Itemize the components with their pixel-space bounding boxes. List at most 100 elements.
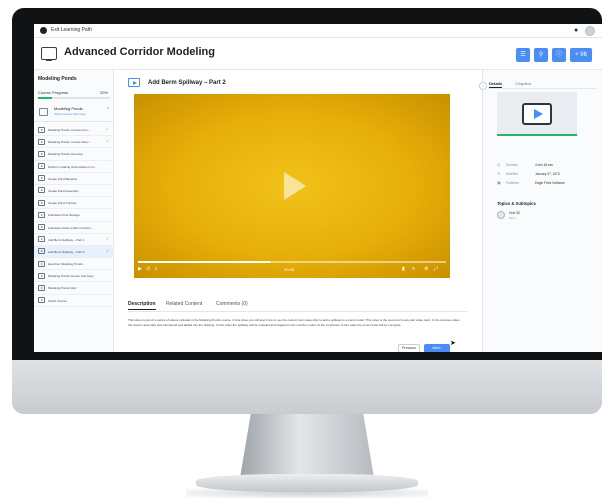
video-thumbnail[interactable] (497, 92, 577, 136)
sidebar-lesson-item[interactable]: Modeling Ponds Overview (34, 148, 114, 161)
sidebar-lesson-item[interactable]: Modeling Ponds: Course Intro... ✓ (34, 124, 114, 137)
tab-chapters[interactable]: Chapters (515, 81, 531, 86)
video-description: This video is part of a series of videos… (128, 318, 460, 327)
course-progress-label: Course Progress (38, 90, 69, 95)
video-play-icon (38, 224, 45, 230)
checkmark-icon: ✓ (106, 138, 110, 144)
sidebar-lesson-item[interactable]: Exercise: Modeling Ponds (34, 258, 114, 271)
collapse-panel-button[interactable]: › (479, 82, 487, 90)
video-play-icon (38, 126, 45, 133)
sidebar-group[interactable]: Modeling Ponds Show Course Summary ⌃ (34, 102, 114, 122)
video-scrubber[interactable] (138, 261, 446, 263)
monitor: Exit Learning Path ● Advanced Corridor M… (12, 8, 602, 414)
settings-icon[interactable]: ⚙ (424, 266, 428, 272)
checkmark-icon: ✓ (106, 126, 110, 131)
fullscreen-icon[interactable]: ⤢ (434, 266, 438, 272)
sidebar-lesson-label: Create Pond Assembly (48, 188, 79, 193)
sidebar-lesson-label: Add Berm Spillway – Part 1 (48, 237, 85, 242)
topic-unit[interactable]: Unit 30 Berm (497, 211, 597, 221)
chevron-right-icon: › (440, 346, 442, 350)
clock-icon: ◷ (497, 162, 501, 167)
course-progress-value: 20% (100, 90, 109, 95)
tab-comments[interactable]: Comments (0) (216, 301, 248, 307)
chevron-up-icon[interactable]: ⌃ (106, 107, 110, 113)
bookmark-icon[interactable]: ▮ (402, 266, 405, 272)
sidebar-lesson-label: Calculate Pond Storage (48, 213, 80, 218)
sidebar-lesson-label: Modeling Ponds Course Summary (48, 274, 94, 279)
list-button[interactable]: ☰ (516, 48, 530, 62)
bell-icon[interactable]: ● (574, 26, 578, 35)
sidebar-lesson-label: Finish Course (48, 298, 67, 303)
sidebar-lesson-item[interactable]: Modeling Ponds Quiz (34, 282, 114, 295)
info-icon: ⓘ (555, 52, 562, 58)
video-time: 00:48 (284, 267, 295, 272)
sidebar-lesson-item[interactable]: Create Pond Baseline (34, 173, 114, 185)
sidebar-lesson-label: Calculate Outlet to Berm Increm... (48, 225, 94, 230)
video-play-icon (38, 272, 45, 279)
sidebar-lesson-item[interactable]: Modeling Ponds Course Summary (34, 270, 114, 283)
tab-related-content[interactable]: Related Content (166, 301, 202, 307)
rewind-icon[interactable]: ↺ (146, 266, 150, 272)
logo-icon (40, 27, 47, 34)
play-icon[interactable] (284, 172, 306, 200)
unit-icon (497, 211, 505, 219)
play-pause-icon[interactable]: ▶ (138, 266, 142, 272)
previous-button[interactable]: Previous (398, 344, 420, 352)
course-progress-fill (38, 97, 53, 99)
video-play-icon (38, 187, 45, 194)
sidebar-lesson-label: Add Berm Spillway – Part 2 (48, 249, 85, 254)
sidebar-lesson-item[interactable]: Perform Grading Optimization in G... (34, 161, 114, 173)
tab-description[interactable]: Description (128, 301, 156, 310)
content-tabs: Description Related Content Comments (0) (128, 300, 468, 312)
video-play-icon (38, 150, 45, 157)
meta-duration: ◷ Duration 4 min 48 sec (497, 162, 554, 167)
unit-name: Unit 30 (509, 211, 520, 215)
video-play-icon (38, 138, 45, 145)
sidebar-lesson-item[interactable]: Create Pond Corridor (34, 197, 114, 210)
info-button[interactable]: ⓘ (552, 48, 566, 62)
video-play-icon (38, 284, 45, 291)
captions-icon[interactable]: ≡ (412, 266, 415, 272)
sidebar-lesson-label: Modeling Ponds: Course Intro... (48, 128, 91, 132)
sidebar-lesson-item[interactable]: Add Berm Spillway – Part 1 ✓ (34, 234, 114, 246)
video-scrubber-fill (138, 261, 271, 263)
sidebar-lesson-item[interactable]: Calculate Pond Storage (34, 209, 114, 222)
checkmark-icon: ✓ (106, 235, 110, 241)
monitor-icon (41, 47, 57, 61)
video-play-icon (38, 163, 45, 170)
course-icon (39, 108, 48, 116)
topics-heading: Topics & Subtopics (497, 201, 536, 206)
video-play-icon (38, 199, 45, 206)
monitor-stand-neck (240, 414, 374, 478)
details-panel: › Details Chapters ◷ Duration 4 min 48 s… (479, 70, 602, 352)
sidebar-lesson-item[interactable]: Calculate Outlet to Berm Increm... (34, 222, 114, 234)
course-progress-bar (38, 97, 110, 99)
sidebar-lesson-label: Modeling Ponds Quiz (48, 286, 77, 291)
exit-learning-path-link[interactable]: Exit Learning Path (51, 27, 92, 33)
sidebar-lesson-item[interactable]: Finish Course (34, 295, 114, 307)
page-title: Advanced Corridor Modeling (64, 46, 215, 58)
avatar[interactable] (585, 26, 595, 36)
chevron-right-icon: › (482, 83, 484, 88)
stage: Exit Learning Path ● Advanced Corridor M… (0, 0, 613, 504)
checkmark-icon: ✓ (106, 247, 110, 253)
video-play-icon (38, 236, 45, 243)
details-tabs: Details Chapters (489, 80, 597, 89)
tab-details[interactable]: Details (489, 81, 503, 88)
monitor-chin (12, 360, 602, 414)
next-button[interactable]: Next › (424, 344, 450, 352)
show-course-summary-link[interactable]: Show Course Summary (54, 112, 86, 116)
meta-publisher: ▣ Publisher Eagle Point Software (497, 180, 565, 185)
like-button[interactable]: + 96 (570, 48, 592, 62)
unit-subtitle: Berm (509, 216, 516, 220)
volume-icon[interactable]: ♫ (154, 266, 158, 272)
sidebar-lesson-item[interactable]: Create Pond Assembly (34, 185, 114, 198)
main-content: Add Berm Spillway – Part 2 ▶ ↺ ♫ 00:48 ▮… (114, 70, 482, 352)
sidebar-lesson-item[interactable]: Add Berm Spillway – Part 2 ✓ (34, 245, 114, 259)
search-button[interactable]: ⚲ (534, 48, 548, 62)
sidebar-lesson-label: Modeling Ponds: Course Struc... (48, 140, 92, 145)
sidebar-lesson-item[interactable]: Modeling Ponds: Course Struc... ✓ (34, 136, 114, 149)
meta-modified: ✎ Modified January 07, 1970 (497, 171, 560, 176)
video-player[interactable]: ▶ ↺ ♫ 00:48 ▮ ≡ ⚙ ⤢ (134, 94, 450, 278)
video-title: Add Berm Spillway – Part 2 (148, 80, 226, 86)
